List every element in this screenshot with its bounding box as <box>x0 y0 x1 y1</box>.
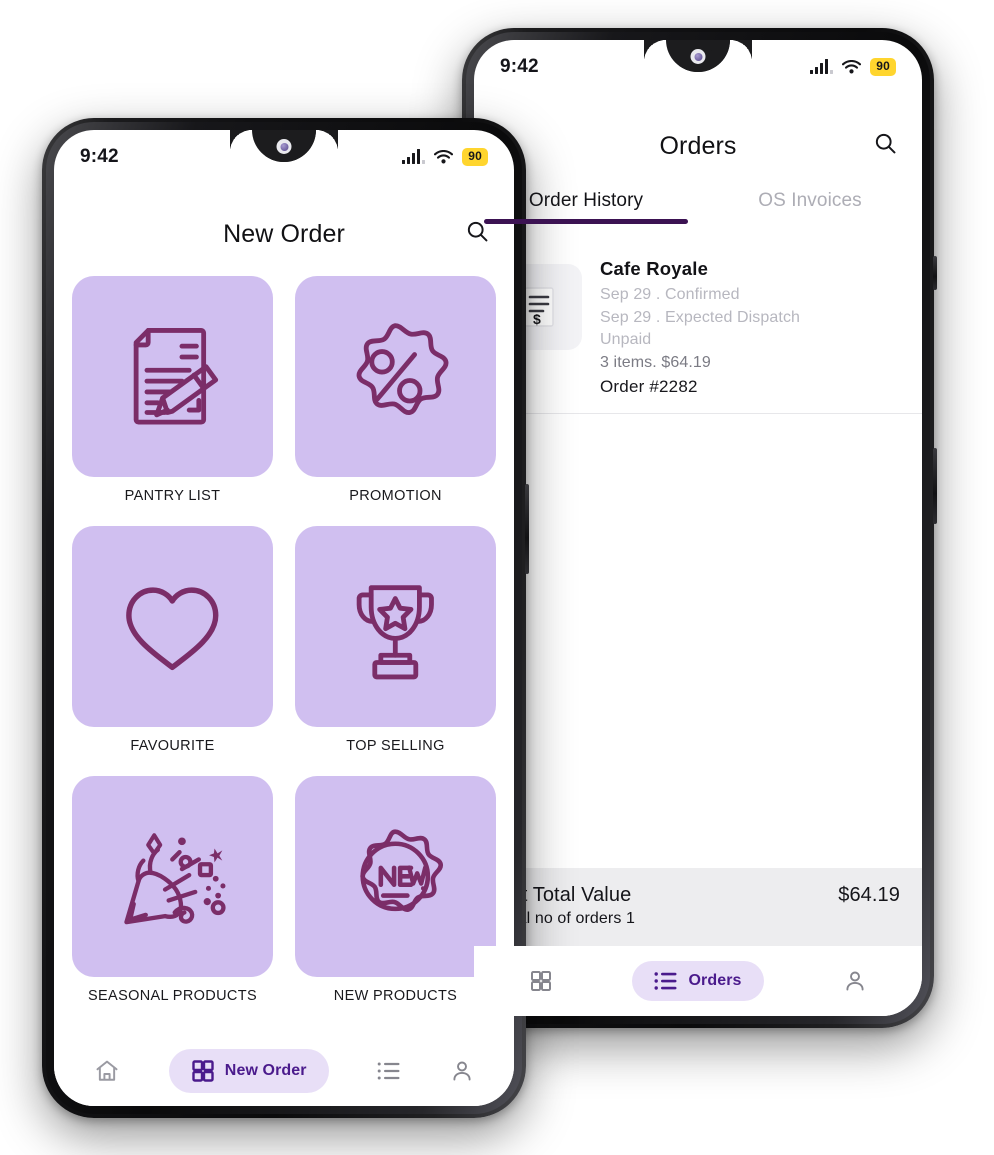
right-bottom-nav: Orders <box>474 946 922 1016</box>
net-total-summary: Net Total Value Total no of orders 1 $64… <box>474 868 922 946</box>
nav-item-grid[interactable] <box>529 969 553 993</box>
left-app-header: New Order <box>54 216 514 252</box>
search-icon[interactable] <box>465 219 490 249</box>
cellular-signal-icon <box>810 59 834 74</box>
left-phone-device: 9:42 90 New Order PANTRY LIST PROMOTION … <box>42 118 529 1118</box>
order-payment-status: Unpaid <box>600 331 652 349</box>
document-pencil-icon <box>133 328 219 425</box>
tab-os-invoices[interactable]: OS Invoices <box>698 190 922 224</box>
tile-label: PANTRY LIST <box>124 488 221 504</box>
nav-item-home[interactable] <box>94 1058 120 1084</box>
home-icon <box>96 1060 118 1081</box>
svg-text:$: $ <box>533 311 541 327</box>
status-time: 9:42 <box>80 146 119 167</box>
page-title: Orders <box>659 131 737 160</box>
confetti-party-icon <box>124 833 226 925</box>
person-icon <box>453 1061 471 1081</box>
left-status-bar: 9:42 90 <box>54 130 514 184</box>
cellular-signal-icon <box>402 149 426 164</box>
tile-new-products[interactable] <box>295 776 496 977</box>
nav-label-new-order: New Order <box>224 1062 307 1079</box>
wifi-icon <box>842 60 862 74</box>
nav-item-orders[interactable]: Orders <box>632 961 764 1001</box>
grid-cell-top-selling[interactable]: TOP SELLING <box>295 526 496 754</box>
order-confirmed-status: Sep 29 . Confirmed <box>600 286 740 303</box>
grid-cell-favourite[interactable]: FAVOURITE <box>72 526 273 754</box>
order-customer-name: Cafe Royale <box>600 258 709 279</box>
order-dispatch-status: Sep 29 . Expected Dispatch <box>600 308 801 326</box>
list-icon <box>377 1062 400 1080</box>
right-phone-volume-button[interactable] <box>933 448 937 524</box>
grid-cell-seasonal-products[interactable]: SEASONAL PRODUCTS <box>72 776 273 1004</box>
nav-item-profile[interactable] <box>450 1059 474 1083</box>
wifi-icon <box>434 150 454 164</box>
tile-label: SEASONAL PRODUCTS <box>88 988 257 1004</box>
nav-label-orders: Orders <box>688 972 742 989</box>
grid-cell-pantry-list[interactable]: PANTRY LIST <box>72 276 273 504</box>
status-indicators: 90 <box>402 148 488 166</box>
summary-amount: $64.19 <box>838 884 900 906</box>
battery-badge: 90 <box>870 58 896 76</box>
nav-item-new-order[interactable]: New Order <box>168 1049 329 1093</box>
page-title: New Order <box>223 219 345 248</box>
right-tabs: Order History OS Invoices <box>474 190 922 224</box>
percent-badge-icon <box>356 323 449 416</box>
order-id: Order #2282 <box>600 376 698 396</box>
right-phone-power-button[interactable] <box>933 256 937 290</box>
grid-cell-new-products[interactable]: NEW PRODUCTS <box>295 776 496 1004</box>
category-grid: PANTRY LIST PROMOTION FAVOURITE TOP SELL… <box>72 276 496 1004</box>
tile-seasonal-products[interactable] <box>72 776 273 977</box>
table-row[interactable]: $ Cafe Royale Sep 29 . Confirmed Sep 29 … <box>474 258 922 414</box>
grid-cell-promotion[interactable]: PROMOTION <box>295 276 496 504</box>
tile-label: FAVOURITE <box>130 738 215 754</box>
trophy-star-icon <box>356 585 435 680</box>
tile-label: TOP SELLING <box>346 738 445 754</box>
right-phone-screen: 9:42 90 Orders Order History OS Invoices… <box>474 40 922 1016</box>
nav-item-profile[interactable] <box>843 969 867 993</box>
right-status-bar: 9:42 90 <box>474 40 922 94</box>
order-info: Cafe Royale Sep 29 . Confirmed Sep 29 . … <box>600 258 800 397</box>
right-phone-device: 9:42 90 Orders Order History OS Invoices… <box>462 28 937 1028</box>
new-badge-icon <box>360 829 444 913</box>
tile-favourite[interactable] <box>72 526 273 727</box>
tile-top-selling[interactable] <box>295 526 496 727</box>
search-icon[interactable] <box>873 131 898 161</box>
right-app-header: Orders <box>474 128 922 164</box>
list-icon <box>654 972 677 990</box>
status-time: 9:42 <box>500 56 539 77</box>
tile-promotion[interactable] <box>295 276 496 477</box>
left-phone-power-button[interactable] <box>525 484 529 574</box>
battery-badge: 90 <box>462 148 488 166</box>
person-icon <box>845 971 864 991</box>
grid-squares-icon <box>531 971 552 991</box>
grid-squares-icon <box>192 1060 214 1082</box>
left-phone-screen: 9:42 90 New Order PANTRY LIST PROMOTION … <box>54 130 514 1106</box>
tile-pantry-list[interactable] <box>72 276 273 477</box>
nav-item-list[interactable] <box>377 1061 401 1081</box>
tile-label: PROMOTION <box>349 488 442 504</box>
order-items-total: 3 items. $64.19 <box>600 354 711 372</box>
left-bottom-nav: New Order <box>54 1036 514 1106</box>
tile-label: NEW PRODUCTS <box>333 988 458 1004</box>
heart-icon <box>126 587 219 671</box>
status-indicators: 90 <box>810 58 896 76</box>
